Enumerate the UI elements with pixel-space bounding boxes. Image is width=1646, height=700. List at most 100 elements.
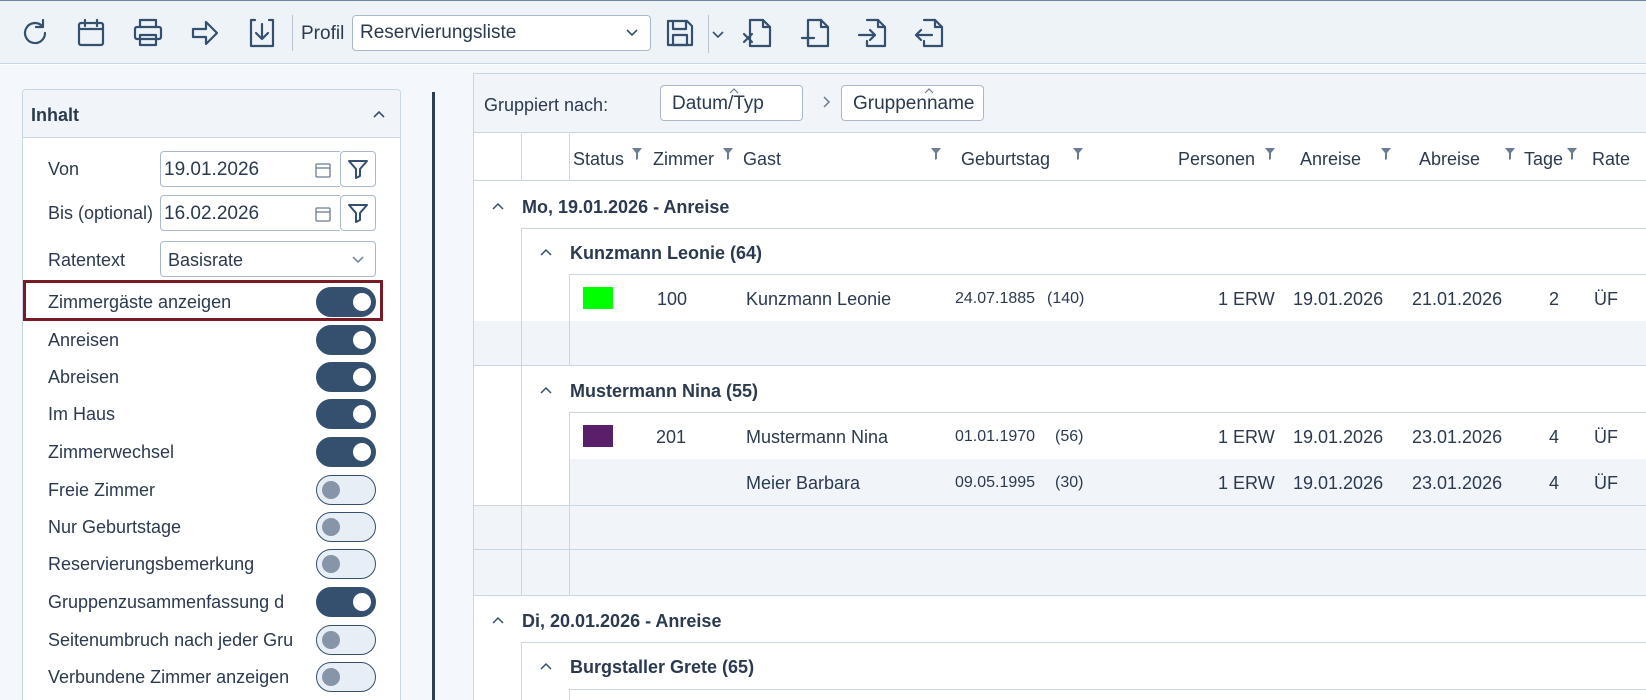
cell-alter: (140) bbox=[1047, 290, 1085, 307]
toggle-label: Anreisen bbox=[48, 330, 120, 350]
group-chip-datum[interactable]: Datum/Typ bbox=[660, 85, 803, 121]
rate-label: Ratentext bbox=[48, 250, 126, 270]
download-icon[interactable] bbox=[244, 15, 280, 51]
cell-tage: 2 bbox=[1549, 289, 1560, 309]
chevron-up-icon[interactable] bbox=[491, 201, 505, 211]
group-header-date: Mo, 19.01.2026 - Anreise bbox=[522, 197, 730, 217]
toggle-knob bbox=[322, 631, 340, 649]
export-x-icon[interactable] bbox=[741, 15, 777, 51]
col-gast[interactable]: Gast bbox=[743, 149, 781, 170]
von-filter-button[interactable] bbox=[340, 151, 376, 187]
cell-anreise: 19.01.2026 bbox=[1293, 473, 1384, 493]
col-zimmer[interactable]: Zimmer bbox=[653, 149, 714, 170]
col-anreise[interactable]: Anreise bbox=[1300, 149, 1361, 170]
cell-gast: Meier Barbara bbox=[746, 473, 861, 493]
filter-icon bbox=[348, 160, 368, 179]
toggle-label: Reservierungsbemerkung bbox=[48, 554, 255, 574]
toggle-row: Verbundene Zimmer anzeigen bbox=[48, 661, 376, 695]
col-personen[interactable]: Personen bbox=[1178, 149, 1255, 170]
panel-header[interactable]: Inhalt bbox=[23, 90, 400, 138]
cell-gast: Kunzmann Leonie bbox=[746, 289, 892, 309]
toggle-knob bbox=[353, 443, 371, 461]
subgroup-footer bbox=[474, 321, 1646, 365]
toggle-switch[interactable] bbox=[316, 475, 376, 505]
cell-anreise: 19.01.2026 bbox=[1293, 427, 1384, 447]
save-icon[interactable] bbox=[662, 15, 698, 51]
profil-select[interactable]: Reservierungsliste bbox=[352, 15, 651, 51]
toggle-switch[interactable] bbox=[316, 625, 376, 655]
toggle-label: Im Haus bbox=[48, 404, 116, 424]
von-date-field[interactable]: 19.01.2026 bbox=[160, 151, 340, 187]
cell-abreise: 23.01.2026 bbox=[1412, 427, 1503, 447]
toggle-label: Verbundene Zimmer anzeigen bbox=[48, 667, 290, 687]
import-icon[interactable] bbox=[856, 15, 892, 51]
cell-geburtstag: 09.05.1995 bbox=[955, 474, 1036, 491]
toggle-knob bbox=[353, 331, 371, 349]
toggle-knob bbox=[322, 518, 340, 536]
calendar-icon[interactable] bbox=[314, 205, 332, 223]
print-icon[interactable] bbox=[130, 15, 166, 51]
chevron-up-icon[interactable] bbox=[539, 661, 553, 671]
toggle-row: Abreisen bbox=[48, 361, 376, 395]
toggle-label: Gruppenzusammenfassung d bbox=[48, 592, 285, 612]
filter-icon[interactable] bbox=[631, 147, 643, 161]
von-value: 19.01.2026 bbox=[164, 159, 260, 180]
toggle-switch[interactable] bbox=[316, 587, 376, 617]
toggle-switch[interactable] bbox=[316, 512, 376, 542]
column-header-row: Status Zimmer Gast Geburtstag Personen A… bbox=[474, 134, 1646, 181]
refresh-icon[interactable] bbox=[17, 15, 53, 51]
group-chip-gruppenname[interactable]: Gruppenname bbox=[841, 85, 984, 121]
toggle-label: Freie Zimmer bbox=[48, 480, 155, 500]
chevron-up-icon[interactable] bbox=[372, 107, 386, 121]
toggle-switch[interactable] bbox=[316, 325, 376, 355]
chevron-up-icon[interactable] bbox=[539, 385, 553, 395]
bis-date-field[interactable]: 16.02.2026 bbox=[160, 195, 340, 231]
von-label: Von bbox=[48, 159, 80, 179]
filter-icon[interactable] bbox=[1072, 147, 1084, 161]
rate-select[interactable]: Basisrate bbox=[160, 241, 376, 277]
col-status[interactable]: Status bbox=[573, 149, 624, 170]
toggle-row: Reservierungsbemerkung bbox=[48, 548, 376, 582]
add-file-icon[interactable] bbox=[799, 15, 835, 51]
filter-icon[interactable] bbox=[1566, 147, 1578, 161]
cell-tage: 4 bbox=[1549, 427, 1560, 447]
subgroup-header: Mustermann Nina (55) bbox=[570, 381, 759, 401]
toggle-switch[interactable] bbox=[316, 362, 376, 392]
filter-icon[interactable] bbox=[722, 147, 734, 161]
col-tage[interactable]: Tage bbox=[1524, 149, 1563, 170]
filter-icon[interactable] bbox=[1264, 147, 1276, 161]
chevron-up-icon[interactable] bbox=[539, 247, 553, 257]
filter-icon[interactable] bbox=[1380, 147, 1392, 161]
cell-rate: ÜF bbox=[1594, 427, 1618, 447]
calendar-icon[interactable] bbox=[73, 15, 109, 51]
cell-abreise: 23.01.2026 bbox=[1412, 473, 1503, 493]
col-geburtstag[interactable]: Geburtstag bbox=[961, 149, 1050, 170]
toggle-switch[interactable] bbox=[316, 399, 376, 429]
toggle-row: Gruppenzusammenfassung d bbox=[48, 586, 376, 620]
toggle-row: Freie Zimmer bbox=[48, 474, 376, 508]
filter-icon bbox=[348, 204, 368, 223]
chevron-down-icon[interactable] bbox=[710, 29, 726, 41]
bis-value: 16.02.2026 bbox=[164, 203, 260, 224]
calendar-icon[interactable] bbox=[314, 161, 332, 179]
chevron-up-icon[interactable] bbox=[491, 615, 505, 625]
cell-rate: ÜF bbox=[1594, 289, 1618, 309]
group-chip-label: Gruppenname bbox=[853, 93, 975, 114]
toggle-switch[interactable] bbox=[316, 549, 376, 579]
toggle-label: Nur Geburtstage bbox=[48, 517, 182, 537]
col-abreise[interactable]: Abreise bbox=[1419, 149, 1480, 170]
bis-filter-button[interactable] bbox=[340, 195, 376, 231]
subgroup-header: Kunzmann Leonie (64) bbox=[570, 243, 763, 263]
forward-icon[interactable] bbox=[187, 15, 223, 51]
filter-icon[interactable] bbox=[930, 147, 942, 161]
toggle-knob bbox=[353, 405, 371, 423]
panel-splitter[interactable] bbox=[432, 92, 435, 700]
filter-icon[interactable] bbox=[1504, 147, 1516, 161]
toggle-switch[interactable] bbox=[316, 437, 376, 467]
sort-up-icon bbox=[924, 88, 934, 94]
toggle-switch[interactable] bbox=[316, 662, 376, 692]
export-icon[interactable] bbox=[913, 15, 949, 51]
status-swatch bbox=[583, 287, 613, 309]
cell-anreise: 19.01.2026 bbox=[1293, 289, 1384, 309]
col-rate[interactable]: Rate bbox=[1592, 149, 1630, 170]
